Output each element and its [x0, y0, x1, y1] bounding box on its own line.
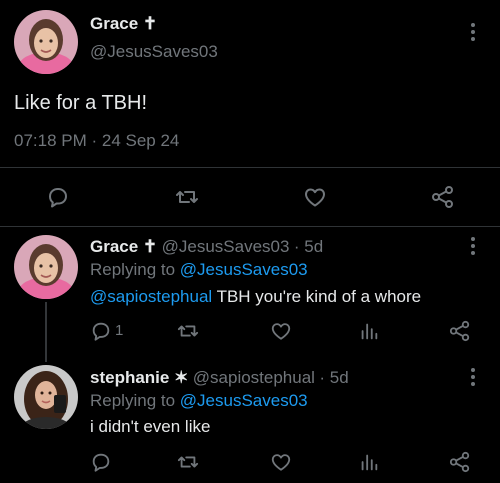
author-name[interactable]: stephanie ✶ — [90, 368, 188, 387]
replying-prefix: Replying to — [90, 260, 180, 279]
replying-prefix: Replying to — [90, 391, 180, 410]
replying-to: Replying to @JesusSaves03 — [90, 391, 308, 411]
author-name[interactable]: Grace ✝ — [90, 237, 157, 256]
reply-age: · 5d — [319, 368, 349, 387]
analytics-icon[interactable] — [358, 451, 380, 473]
thread-line — [45, 302, 47, 362]
author-name[interactable]: Grace ✝ — [90, 14, 157, 34]
divider — [0, 167, 500, 168]
tweet-text: Like for a TBH! — [14, 92, 148, 114]
author-handle[interactable]: @sapiostephual — [193, 368, 315, 387]
reply-text: i didn't even like — [90, 417, 211, 436]
reply-age: · 5d — [293, 237, 324, 256]
tweet-timestamp: 07:18 PM · 24 Sep 24 — [14, 131, 180, 150]
reply-body: TBH you're kind of a whore — [212, 287, 422, 306]
retweet-icon[interactable] — [176, 320, 200, 342]
like-icon[interactable] — [270, 451, 292, 473]
more-icon[interactable] — [470, 237, 476, 257]
avatar[interactable] — [14, 365, 78, 429]
replying-to-link[interactable]: @JesusSaves03 — [180, 260, 308, 279]
more-icon[interactable] — [470, 368, 476, 388]
divider — [0, 226, 500, 227]
like-icon[interactable] — [303, 185, 327, 209]
reply-icon[interactable] — [90, 320, 112, 342]
replying-to-link[interactable]: @JesusSaves03 — [180, 391, 308, 410]
mention-link[interactable]: @sapiostephual — [90, 287, 212, 306]
author-handle[interactable]: @JesusSaves03 — [90, 42, 218, 62]
more-icon[interactable] — [470, 23, 476, 43]
share-icon[interactable] — [430, 185, 456, 209]
analytics-icon[interactable] — [358, 320, 380, 342]
like-icon[interactable] — [270, 320, 292, 342]
avatar[interactable] — [14, 235, 78, 299]
reply-header: Grace ✝ @JesusSaves03 · 5d — [90, 237, 323, 257]
replying-to: Replying to @JesusSaves03 — [90, 260, 308, 280]
reply-count: 1 — [115, 322, 124, 339]
retweet-icon[interactable] — [176, 451, 200, 473]
retweet-icon[interactable] — [174, 185, 200, 209]
reply-icon[interactable] — [46, 185, 70, 209]
avatar[interactable] — [14, 10, 78, 74]
share-icon[interactable] — [448, 320, 472, 342]
author-handle[interactable]: @JesusSaves03 — [162, 237, 290, 256]
reply-icon[interactable] — [90, 451, 112, 473]
reply-text: @sapiostephual TBH you're kind of a whor… — [90, 287, 421, 307]
share-icon[interactable] — [448, 451, 472, 473]
reply-header: stephanie ✶ @sapiostephual · 5d — [90, 368, 349, 388]
